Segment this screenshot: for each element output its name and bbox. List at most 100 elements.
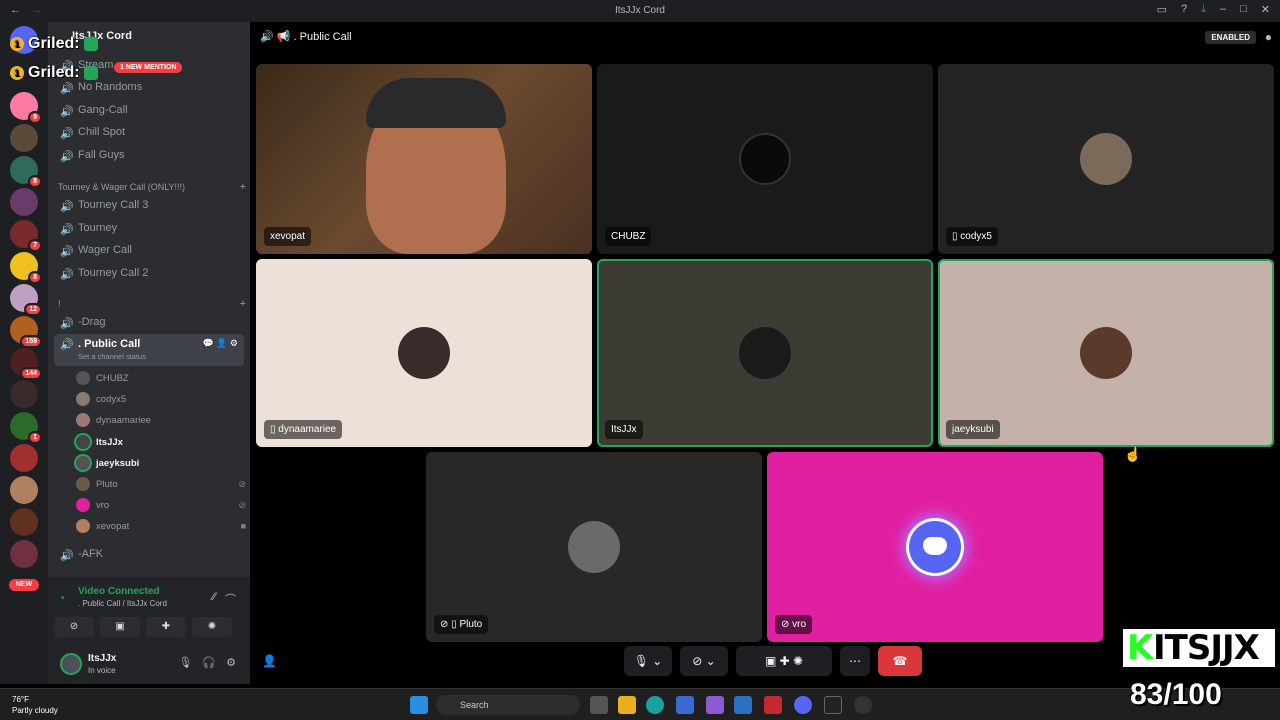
channel-drag[interactable]: 🔊 -Drag — [54, 311, 244, 333]
disconnect-icon[interactable]: ⌒ — [225, 591, 236, 607]
app-icon[interactable] — [590, 696, 608, 714]
server-icon[interactable]: 8 — [10, 156, 42, 188]
channel-tourney[interactable]: 🔊 Tourney — [54, 217, 244, 239]
muted-icon: ⊘ — [238, 499, 246, 510]
channel-chill-spot[interactable]: 🔊 Chill Spot — [54, 121, 244, 143]
weather-widget[interactable]: 76°F Partly cloudy — [12, 694, 58, 716]
channel-public-call[interactable]: 🔊 . Public Call Set a channel status 💬 👤… — [54, 334, 244, 366]
new-badge: NEW — [9, 579, 39, 591]
hang-up-button[interactable]: ☎ — [878, 646, 922, 676]
server-icon[interactable] — [10, 444, 38, 472]
help-icon[interactable]: ? — [1181, 3, 1187, 16]
video-tile[interactable]: ⊘ vro — [767, 452, 1103, 642]
channel-tourney-call-3[interactable]: 🔊 Tourney Call 3 — [54, 194, 244, 216]
video-stage: 🔊 📢 . Public Call ENABLED ● xevopat CHUB… — [250, 22, 1280, 684]
member-row[interactable]: dynaamariee — [76, 410, 246, 430]
server-icon[interactable]: 1 — [10, 412, 42, 444]
member-row[interactable]: ItsJJx — [76, 432, 246, 452]
member-row[interactable]: codyx5 — [76, 389, 246, 409]
server-icon[interactable]: 144 — [10, 348, 42, 380]
member-row[interactable]: vro ⊘ — [76, 495, 246, 515]
server-icon[interactable]: 12 — [10, 284, 42, 316]
chat-icon[interactable]: ● — [1265, 30, 1272, 44]
epic-games-icon[interactable] — [824, 696, 842, 714]
video-tile[interactable]: CHUBZ — [597, 64, 933, 254]
microphone-icon[interactable]: 🎙 — [178, 656, 192, 669]
server-icon[interactable] — [10, 540, 38, 568]
video-tile[interactable]: ItsJJx — [597, 259, 933, 447]
microphone-button[interactable]: 🎙 ⌄ — [624, 646, 672, 676]
screen-share-button[interactable]: ▣ ✚ ✺ — [736, 646, 832, 676]
camera-button[interactable]: ⊘ ⌄ — [680, 646, 728, 676]
activities-button[interactable]: ✚ — [146, 617, 186, 637]
user-name[interactable]: ItsJJx — [88, 653, 116, 664]
invite-icon[interactable]: 👤 — [262, 654, 277, 668]
server-icon[interactable]: 9 — [10, 92, 42, 124]
call-header: 🔊 📢 . Public Call — [260, 31, 352, 43]
avatar — [1080, 133, 1132, 185]
search-input[interactable]: Search — [436, 695, 580, 715]
screen-share-button[interactable]: ▣ — [100, 617, 140, 637]
close-icon[interactable]: ✕ — [1261, 3, 1270, 16]
video-tile[interactable]: ▯ dynaamariee — [256, 259, 592, 447]
video-tile[interactable]: ⊘ ▯ Pluto — [426, 452, 762, 642]
voice-action-buttons: ⊘ ▣ ✚ ✺ — [54, 617, 232, 637]
server-icon[interactable]: 8 — [10, 252, 42, 284]
category-tourney[interactable]: Tourney & Wager Call (ONLY!!!) + — [58, 181, 246, 193]
server-icon[interactable] — [10, 476, 38, 504]
add-channel-icon[interactable]: + — [240, 298, 246, 310]
store-icon[interactable] — [734, 696, 752, 714]
add-channel-icon[interactable]: + — [240, 181, 246, 193]
app-icon[interactable] — [854, 696, 872, 714]
channel-gang-call[interactable]: 🔊 Gang-Call — [54, 99, 244, 121]
speaker-icon: 🔊 — [60, 246, 74, 258]
channel-tourney-call-2[interactable]: 🔊 Tourney Call 2 — [54, 262, 244, 284]
member-row[interactable]: xevopat ■ — [76, 516, 246, 536]
app-icon[interactable] — [676, 696, 694, 714]
server-icon[interactable]: 159 — [10, 316, 42, 348]
server-icon[interactable] — [10, 124, 38, 152]
inbox-icon[interactable]: ▭ — [1157, 3, 1167, 16]
app-icon[interactable] — [706, 696, 724, 714]
muted-icon: ⊘ ▯ — [440, 619, 460, 630]
video-tile[interactable]: jaeyksubi — [938, 259, 1274, 447]
stream-logo: K ITSJJX — [1120, 626, 1278, 670]
video-tile[interactable]: ▯ codyx5 — [938, 64, 1274, 254]
server-icon[interactable]: 7 — [10, 220, 42, 252]
server-icon[interactable] — [10, 188, 38, 216]
discord-icon[interactable] — [794, 696, 812, 714]
folder-icon[interactable] — [618, 696, 636, 714]
member-row[interactable]: Pluto ⊘ — [76, 474, 246, 494]
server-icon[interactable] — [10, 508, 38, 536]
gear-icon[interactable]: ⚙ — [226, 656, 236, 669]
video-tile[interactable]: xevopat — [256, 64, 592, 254]
soundboard-button[interactable]: ✺ — [192, 617, 232, 637]
channel-afk[interactable]: 🔊 -AFK — [54, 543, 244, 565]
edge-icon[interactable] — [646, 696, 664, 714]
app-icon[interactable] — [764, 696, 782, 714]
category-bang[interactable]: ! + — [58, 298, 246, 310]
member-row[interactable]: jaeyksubi — [76, 453, 246, 473]
channel-fall-guys[interactable]: 🔊 Fall Guys — [54, 144, 244, 166]
camera-off-button[interactable]: ⊘ — [54, 617, 94, 637]
windows-start-icon[interactable] — [410, 696, 428, 714]
avatar — [76, 413, 90, 427]
channel-wager-call[interactable]: 🔊 Wager Call — [54, 239, 244, 261]
more-icon[interactable]: ⋯ — [840, 646, 870, 676]
participant-label: xevopat — [264, 227, 312, 246]
count-badge: 1 — [10, 66, 24, 80]
member-row[interactable]: CHUBZ — [76, 368, 246, 388]
avatar — [568, 521, 620, 573]
avatar[interactable] — [60, 653, 82, 675]
noise-suppression-icon[interactable]: ⁄⁄ — [212, 591, 216, 603]
download-icon[interactable]: ⤓ — [1201, 3, 1206, 16]
weather-temp: 76°F — [12, 695, 29, 704]
headphones-icon[interactable]: 🎧 — [202, 656, 216, 669]
participant-label: CHUBZ — [605, 227, 652, 246]
voice-status[interactable]: Video Connected — [78, 586, 160, 597]
new-mention-badge[interactable]: 1 NEW MENTION — [114, 62, 183, 73]
maximize-icon[interactable]: □ — [1240, 3, 1247, 16]
channel-status[interactable]: Set a channel status — [78, 352, 146, 361]
minimize-icon[interactable]: – — [1220, 3, 1226, 16]
server-icon[interactable] — [10, 380, 38, 408]
